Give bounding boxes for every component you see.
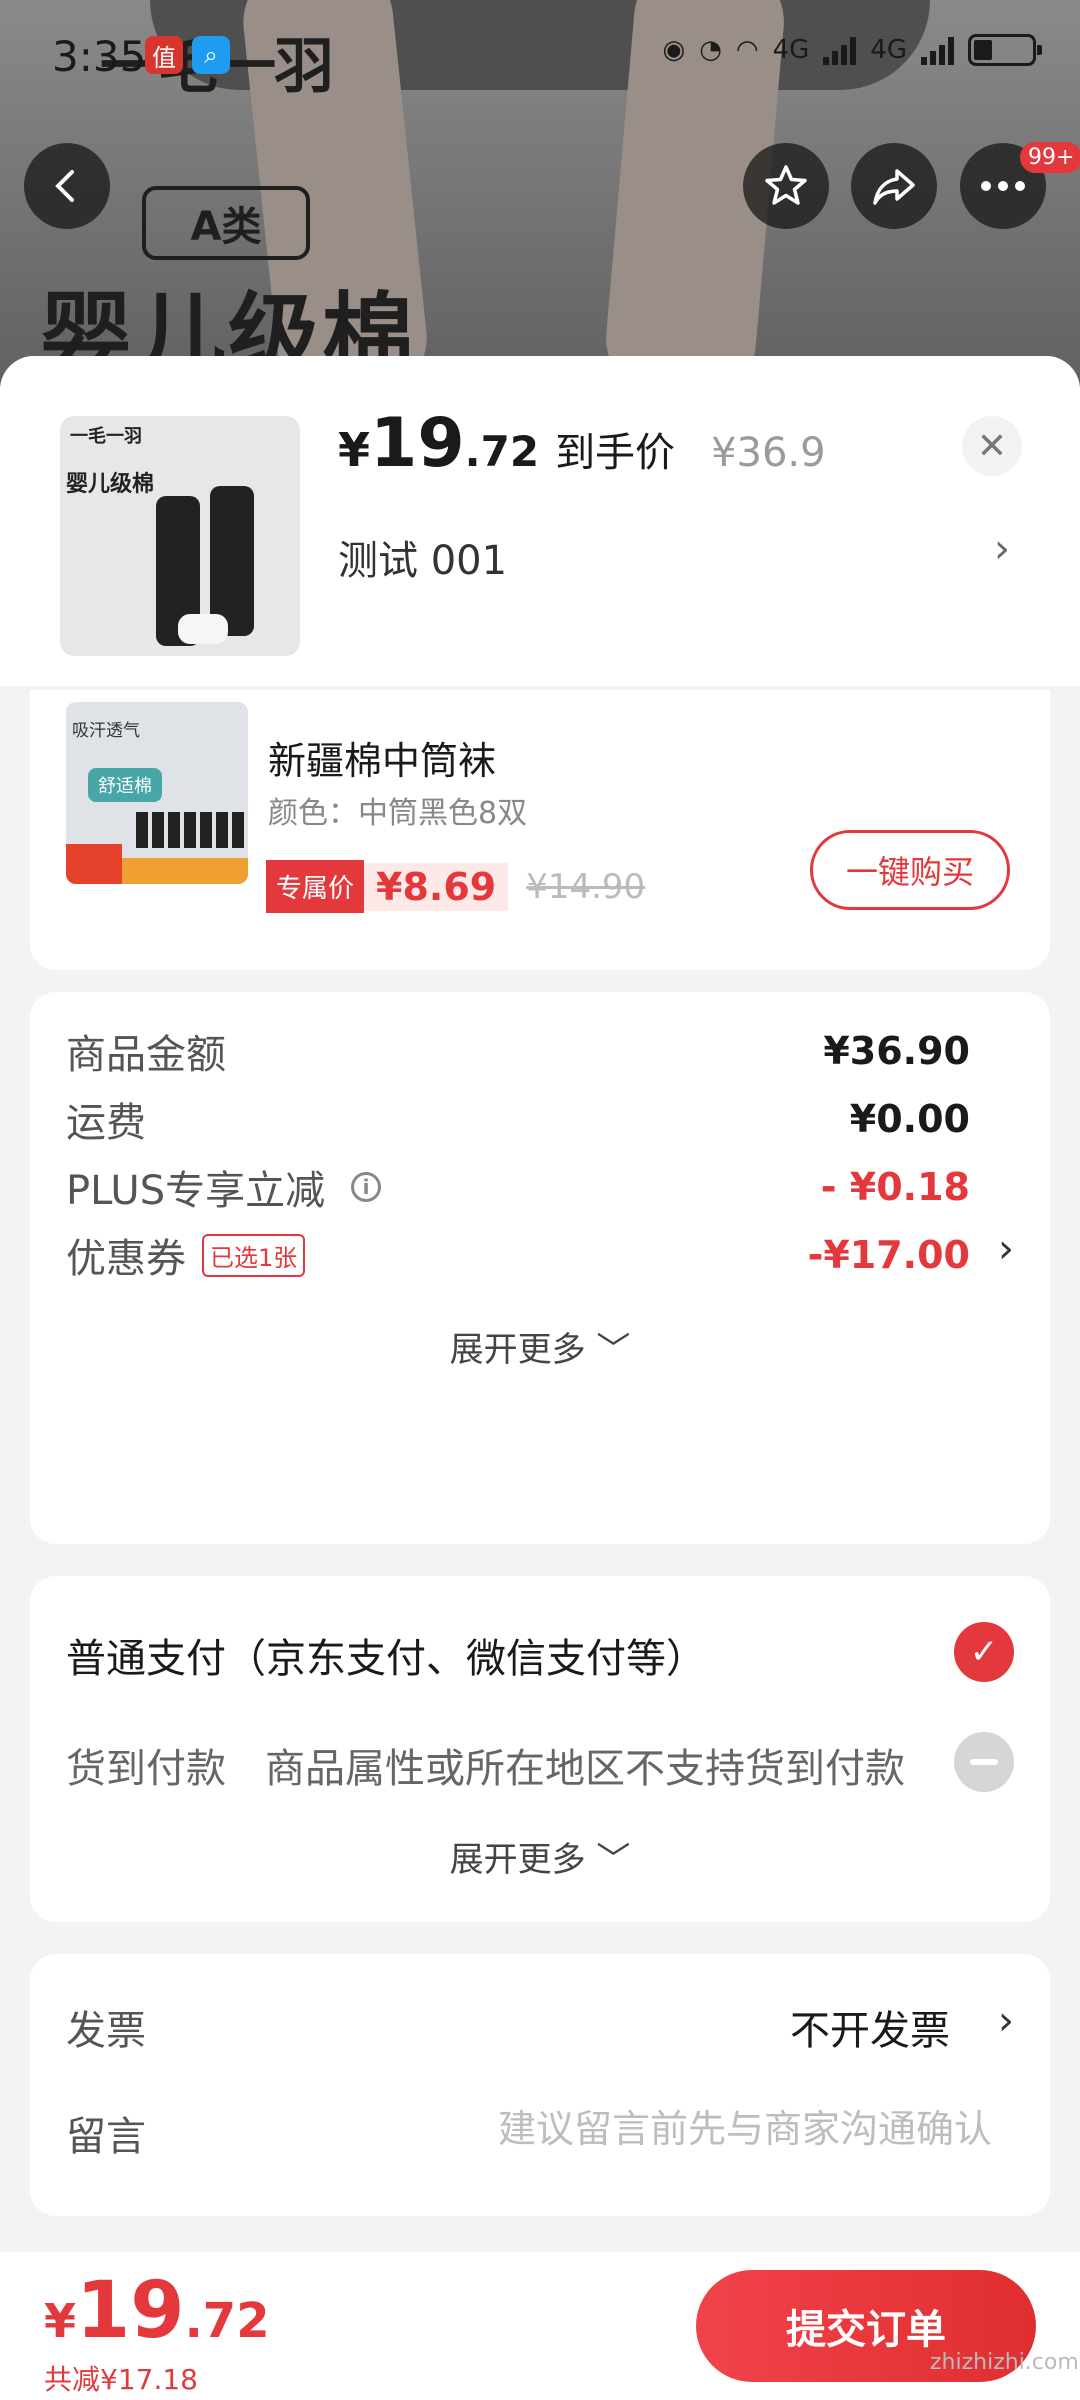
star-icon — [765, 165, 807, 205]
coupon-selected-tag: 已选1张 — [202, 1233, 306, 1277]
rec-image-socks — [136, 812, 244, 848]
one-click-buy-button[interactable]: 一键购买 — [810, 830, 1010, 910]
rec-image-tag: 吸汗透气 — [72, 721, 140, 741]
recommended-product-attr: 颜色：中筒黑色8双 — [268, 796, 528, 831]
cost-row-label: 优惠券 已选1张 — [66, 1226, 306, 1284]
favorite-button[interactable] — [743, 143, 829, 229]
info-icon[interactable]: i — [351, 1172, 382, 1202]
close-button[interactable]: ✕ — [962, 416, 1022, 476]
normal-payment-option[interactable]: 普通支付（京东支付、微信支付等） — [66, 1626, 706, 1684]
battery-icon — [968, 34, 1042, 66]
invoice-message-card: 发票 不开发票 › 留言 — [30, 1954, 1050, 2216]
exclusive-price: ¥8.69 — [364, 862, 509, 911]
total-integer: 19 — [76, 2266, 185, 2356]
final-price: ¥ 19 .72 到手价 ¥36.9 — [338, 404, 826, 483]
status-icons: ◉ ◔ ◠ 4G 4G — [662, 34, 1042, 66]
invoice-label: 发票 — [66, 2008, 146, 2054]
network-label: 4G — [772, 35, 810, 65]
cost-row-label: 运费 — [66, 1100, 146, 1146]
watermark: zhizhizhi.com — [930, 2350, 1079, 2375]
recommended-product-name[interactable]: 新疆棉中筒袜 — [268, 730, 496, 785]
alarm-icon: ◔ — [699, 35, 722, 65]
check-icon[interactable]: ✓ — [954, 1622, 1014, 1682]
cost-row-value: ¥0.00 — [849, 1097, 970, 1141]
recommended-product-price: 专属价 ¥8.69 ¥14.90 — [266, 860, 645, 913]
price-integer: 19 — [370, 404, 465, 483]
network-label-2: 4G — [870, 35, 907, 65]
thumb-headline: 婴儿级棉 — [66, 472, 155, 497]
share-button[interactable] — [851, 143, 937, 229]
wifi-icon: ◠ — [735, 35, 759, 65]
disabled-icon — [954, 1732, 1014, 1792]
spec-selector[interactable]: 测试 001 — [338, 528, 507, 586]
price-label: 到手价 — [555, 430, 676, 476]
total-price: ¥ 19 .72 — [44, 2266, 270, 2356]
message-input[interactable] — [330, 2098, 994, 2160]
eye-icon: ◉ — [662, 35, 686, 65]
cost-row-value: ¥36.90 — [823, 1029, 970, 1073]
original-price: ¥36.9 — [711, 430, 826, 476]
status-bar: 3:35 值 ⌕ ◉ ◔ ◠ 4G 4G — [0, 0, 1080, 110]
order-confirm-sheet: 一毛一羽 婴儿级棉 ¥ 19 .72 到手价 ¥36.9 ✕ 测试 001 › … — [0, 356, 1080, 2400]
cost-row: 商品金额 ¥36.90 — [66, 1022, 970, 1080]
recommended-product-image[interactable]: 吸汗透气 舒适棉 — [66, 702, 248, 884]
status-time: 3:35 — [52, 32, 147, 81]
signal-icon — [823, 35, 857, 65]
share-icon — [873, 169, 915, 205]
cost-row: PLUS专享立减 i - ¥0.18 — [66, 1158, 970, 1216]
product-grade-label: A类 — [142, 186, 310, 260]
expand-more-cost[interactable]: 展开更多 ﹀ — [30, 1322, 1050, 1371]
checkout-footer: ¥ 19 .72 共减¥17.18 提交订单 — [0, 2252, 1080, 2400]
coupon-row[interactable]: 优惠券 已选1张 -¥17.00 — [66, 1226, 970, 1284]
coupon-value: -¥17.00 — [807, 1233, 970, 1277]
back-icon — [55, 170, 74, 202]
total-saved: 共减¥17.18 — [44, 2363, 198, 2396]
cost-row: 运费 ¥0.00 — [66, 1090, 970, 1148]
price-currency: ¥ — [338, 423, 371, 477]
recommended-product-card: 吸汗透气 舒适棉 新疆棉中筒袜 颜色：中筒黑色8双 专属价 ¥8.69 ¥14.… — [30, 690, 1050, 970]
product-summary: 一毛一羽 婴儿级棉 ¥ 19 .72 到手价 ¥36.9 ✕ 测试 001 › — [0, 356, 1080, 686]
expand-more-payment[interactable]: 展开更多 ﹀ — [30, 1832, 1050, 1881]
cost-row-label: 商品金额 — [66, 1032, 226, 1078]
cod-option-label: 货到付款 — [66, 1746, 226, 1792]
signal-icon — [921, 35, 954, 65]
cost-breakdown-card: 商品金额 ¥36.90 运费 ¥0.00 PLUS专享立减 i - ¥0.18 … — [30, 992, 1050, 1544]
chevron-right-icon[interactable]: › — [998, 1998, 1014, 2044]
chevron-right-icon[interactable]: › — [998, 1226, 1014, 1272]
coupon-label: 优惠券 — [66, 1236, 186, 1282]
rec-image-corner — [66, 844, 122, 884]
cost-row-label: PLUS专享立减 i — [66, 1158, 382, 1216]
total-decimal: .72 — [184, 2293, 270, 2349]
back-button[interactable] — [24, 143, 110, 229]
notification-app-icon: 值 — [145, 36, 183, 74]
invoice-value[interactable]: 不开发票 — [790, 1998, 950, 2056]
chevron-right-icon[interactable]: › — [994, 526, 1010, 572]
message-label: 留言 — [66, 2114, 146, 2160]
recommended-original-price: ¥14.90 — [526, 866, 646, 907]
product-thumbnail[interactable]: 一毛一羽 婴儿级棉 — [60, 416, 300, 656]
rec-image-tag: 舒适棉 — [88, 768, 162, 802]
price-decimal: .72 — [464, 427, 540, 476]
total-currency: ¥ — [44, 2294, 77, 2348]
thumb-brand: 一毛一羽 — [70, 426, 142, 447]
cost-row-value: - ¥0.18 — [820, 1165, 970, 1209]
message-count-badge: 99+ — [1020, 142, 1080, 173]
payment-method-card: 普通支付（京东支付、微信支付等） ✓ 货到付款 商品属性或所在地区不支持货到付款… — [30, 1576, 1050, 1922]
exclusive-price-tag: 专属价 — [266, 860, 365, 913]
search-app-icon: ⌕ — [192, 36, 230, 74]
cod-unavailable-note: 商品属性或所在地区不支持货到付款 — [265, 1746, 905, 1792]
more-icon — [981, 181, 1025, 191]
thumb-heel — [178, 614, 228, 644]
plus-discount-label: PLUS专享立减 — [66, 1168, 326, 1214]
close-icon: ✕ — [976, 425, 1008, 467]
